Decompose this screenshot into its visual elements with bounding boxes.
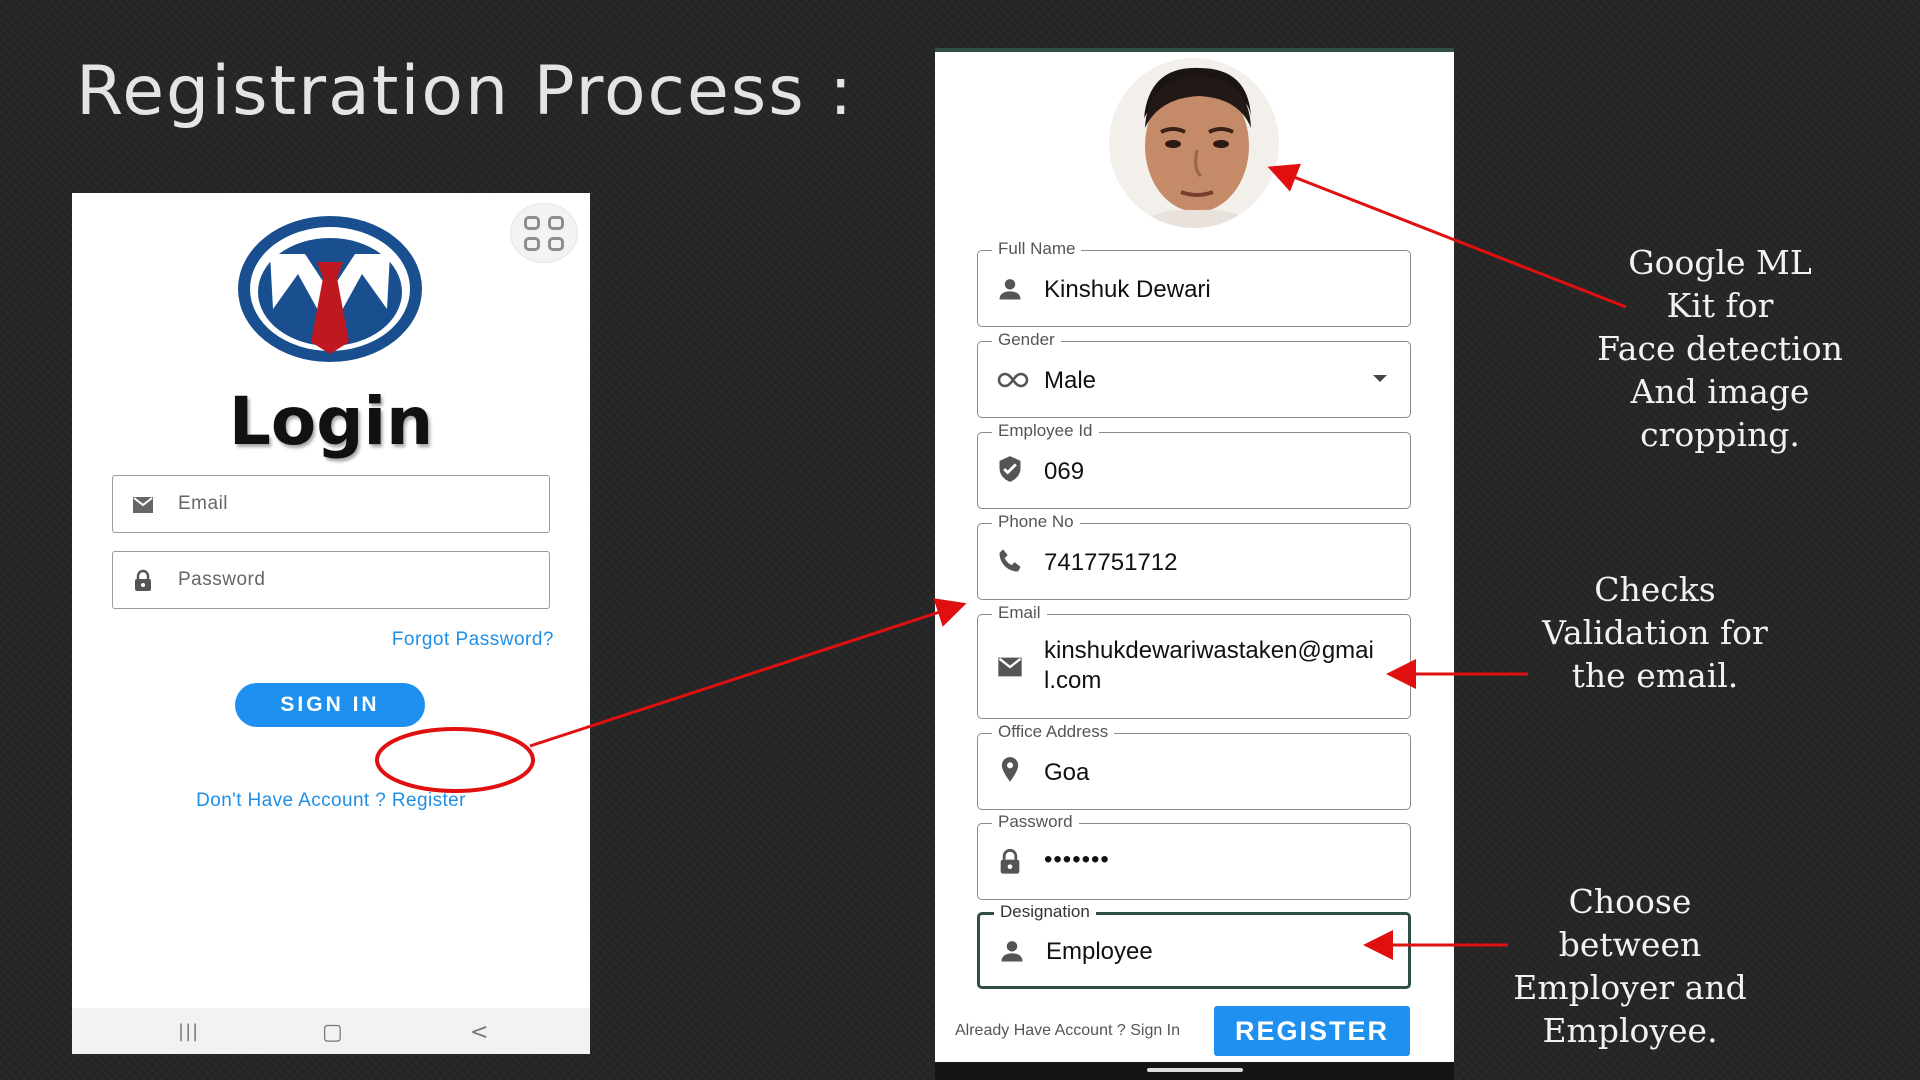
register-password-label: Password xyxy=(992,812,1079,832)
designation-value: Employee xyxy=(1046,938,1153,965)
lock-icon xyxy=(135,569,151,591)
forgot-password-link[interactable]: Forgot Password? xyxy=(392,629,554,651)
apps-grid-button[interactable] xyxy=(510,203,578,263)
android-nav-bar: ||| ▢ < xyxy=(72,1008,590,1054)
register-link[interactable]: Don't Have Account ? Register xyxy=(72,790,590,812)
password-value: ••••••• xyxy=(1044,846,1110,873)
email-value-line2: l.com xyxy=(1044,667,1102,694)
sign-in-link[interactable]: Already Have Account ? Sign In xyxy=(955,1022,1180,1040)
slide-title: Registration Process : xyxy=(76,52,855,131)
back-icon[interactable]: < xyxy=(470,1020,488,1045)
company-logo xyxy=(238,216,422,362)
lock-icon xyxy=(1000,848,1020,874)
designation-label: Designation xyxy=(994,902,1096,922)
register-button[interactable]: REGISTER xyxy=(1214,1006,1410,1056)
password-placeholder: Password xyxy=(178,569,266,590)
employee-id-field[interactable]: Employee Id 069 xyxy=(977,421,1411,509)
recents-icon[interactable]: ||| xyxy=(178,1021,199,1042)
password-field[interactable]: Password xyxy=(112,551,550,609)
gender-select[interactable]: Gender Male xyxy=(977,330,1411,418)
office-address-field[interactable]: Office Address Goa xyxy=(977,722,1411,810)
email-placeholder: Email xyxy=(178,493,229,514)
email-validation-annotation: Checks Validation for the email. xyxy=(1542,570,1768,695)
login-heading: Login xyxy=(228,383,434,460)
full-name-field[interactable]: Full Name Kinshuk Dewari xyxy=(977,239,1411,327)
sign-in-button[interactable]: SIGN IN xyxy=(235,683,425,727)
full-name-value: Kinshuk Dewari xyxy=(1044,276,1211,303)
register-email-label: Email xyxy=(992,603,1047,623)
register-screen: Full Name Kinshuk Dewari Gender Male Emp… xyxy=(935,48,1454,1080)
gender-value: Male xyxy=(1044,367,1097,394)
phone-field[interactable]: Phone No 7417751712 xyxy=(977,512,1411,600)
gender-label: Gender xyxy=(992,330,1061,350)
employee-id-label: Employee Id xyxy=(992,421,1099,441)
home-indicator[interactable] xyxy=(1147,1068,1243,1072)
designation-annotation: Choose between Employer and Employee. xyxy=(1513,882,1747,1050)
email-value-line1: kinshukdewariwastaken@gmai xyxy=(1044,637,1374,664)
mail-icon xyxy=(998,657,1022,677)
email-field[interactable]: Email xyxy=(112,475,550,533)
dropdown-arrow-icon[interactable] xyxy=(1372,374,1388,384)
person-icon xyxy=(999,279,1021,300)
location-pin-icon xyxy=(1001,757,1019,782)
login-screen: Login Email Password Forgot Password? SI… xyxy=(72,193,590,1054)
register-email-field[interactable]: Email kinshukdewariwastaken@gmai l.com xyxy=(977,603,1411,719)
designation-field[interactable]: Designation Employee xyxy=(977,902,1411,989)
office-address-label: Office Address xyxy=(992,722,1115,742)
face-detection-annotation: Google ML Kit for Face detection And ima… xyxy=(1597,243,1843,454)
employee-id-value: 069 xyxy=(1044,458,1085,485)
phone-value: 7417751712 xyxy=(1044,549,1178,576)
full-name-label: Full Name xyxy=(992,239,1082,259)
face-photo-icon xyxy=(1109,58,1279,228)
phone-label: Phone No xyxy=(992,512,1080,532)
shield-check-icon xyxy=(999,456,1021,482)
register-arrow xyxy=(529,598,967,748)
register-password-field[interactable]: Password ••••••• xyxy=(977,812,1411,900)
phone-icon xyxy=(999,549,1021,572)
profile-photo[interactable] xyxy=(1109,58,1279,228)
home-icon[interactable]: ▢ xyxy=(322,1020,343,1045)
office-address-value: Goa xyxy=(1044,759,1090,786)
infinity-icon xyxy=(997,372,1029,388)
person-icon xyxy=(1001,941,1023,962)
mail-icon xyxy=(133,497,153,513)
